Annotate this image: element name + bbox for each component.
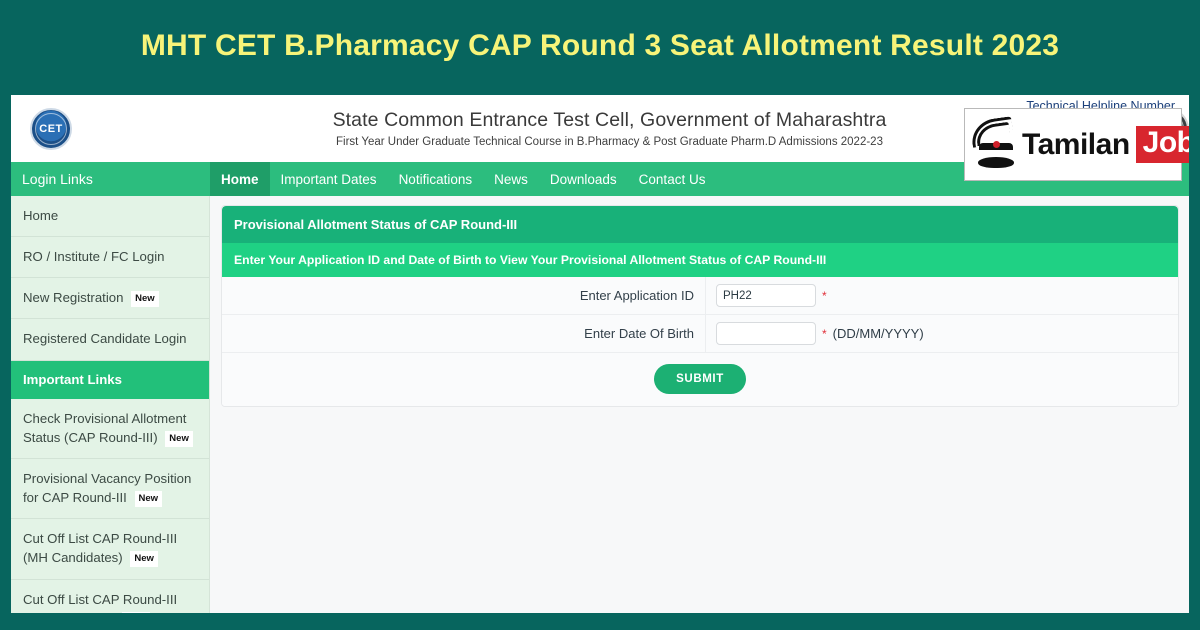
cet-seal-icon: CET [30,107,72,150]
sidebar-item-ro-institute-fc-login[interactable]: RO / Institute / FC Login [11,237,209,279]
new-badge: New [122,611,150,613]
nav-item-home[interactable]: Home [210,162,270,196]
sidebar-item-label: Cut Off List CAP Round-III (AI Candidate… [23,591,178,613]
sidebar-section-label: Important Links [23,371,122,387]
application-id-label: Enter Application ID [222,277,706,314]
login-links-header: Login Links [11,162,210,196]
sidebar-item-home[interactable]: Home [11,196,209,238]
site-header: CET State Common Entrance Test Cell, Gov… [11,95,1189,181]
nav-item-downloads[interactable]: Downloads [539,162,628,196]
application-id-field-wrap: * [706,284,1178,307]
required-asterisk: * [822,326,827,341]
submit-button[interactable]: SUBMIT [654,364,746,394]
new-badge: New [130,551,158,568]
page-root: MHT CET B.Pharmacy CAP Round 3 Seat Allo… [0,0,1200,630]
new-badge: New [165,430,193,447]
main-content: Provisional Allotment Status of CAP Roun… [210,196,1189,613]
sidebar-section-important-links: Important Links [11,360,209,399]
new-badge: New [131,291,159,308]
body-area: Home RO / Institute / FC Login New Regis… [11,196,1189,613]
sidebar-item-check-provisional-allotment-status[interactable]: Check Provisional Allotment Status (CAP … [11,399,209,459]
allotment-status-panel: Provisional Allotment Status of CAP Roun… [221,205,1179,407]
form-row-date-of-birth: Enter Date Of Birth * (DD/MM/YYYY) [222,315,1178,353]
page-title: MHT CET B.Pharmacy CAP Round 3 Seat Allo… [140,29,1060,62]
required-asterisk: * [822,288,827,303]
logo-word-jobs: Jobs [1135,126,1189,163]
sidebar-item-label: RO / Institute / FC Login [23,249,165,265]
nav-item-important-dates[interactable]: Important Dates [270,162,388,196]
sidebar-item-label: Provisional Vacancy Position for CAP Rou… [23,470,192,506]
mustache-face-icon [969,115,1021,173]
application-id-input[interactable] [716,284,816,307]
nav-item-contact-us[interactable]: Contact Us [628,162,717,196]
date-of-birth-input[interactable] [716,322,816,345]
logo-word-tamilan: Tamilan [1022,127,1130,161]
page-banner: MHT CET B.Pharmacy CAP Round 3 Seat Allo… [0,0,1200,92]
panel-subtitle: Enter Your Application ID and Date of Bi… [222,243,1178,277]
nav-item-news[interactable]: News [483,162,539,196]
date-of-birth-field-wrap: * (DD/MM/YYYY) [706,322,1178,345]
date-format-hint: (DD/MM/YYYY) [832,326,924,341]
sidebar-item-cutoff-list-ai[interactable]: Cut Off List CAP Round-III (AI Candidate… [11,580,209,613]
sidebar-item-cutoff-list-mh[interactable]: Cut Off List CAP Round-III (MH Candidate… [11,519,209,580]
nav-item-notifications[interactable]: Notifications [388,162,484,196]
sidebar-item-new-registration[interactable]: New Registration New [11,278,209,320]
cet-seal-label: CET [39,122,63,135]
sidebar-item-label: Registered Candidate Login [23,331,187,347]
sidebar: Home RO / Institute / FC Login New Regis… [11,196,210,613]
sidebar-item-registered-candidate-login[interactable]: Registered Candidate Login [11,319,209,361]
date-of-birth-label: Enter Date Of Birth [222,315,706,352]
sidebar-item-label: Check Provisional Allotment Status (CAP … [23,410,187,445]
sidebar-item-label: New Registration [23,290,124,306]
sidebar-item-label: Home [23,208,59,223]
form-actions: SUBMIT [222,353,1178,406]
panel-title: Provisional Allotment Status of CAP Roun… [222,206,1178,243]
sidebar-item-provisional-vacancy-position[interactable]: Provisional Vacancy Position for CAP Rou… [11,459,209,520]
new-badge: New [134,491,163,507]
website-screenshot: CET State Common Entrance Test Cell, Gov… [11,95,1189,613]
form-row-application-id: Enter Application ID * [222,277,1178,315]
tamilan-jobs-logo: Tamilan Jobs [964,108,1189,181]
